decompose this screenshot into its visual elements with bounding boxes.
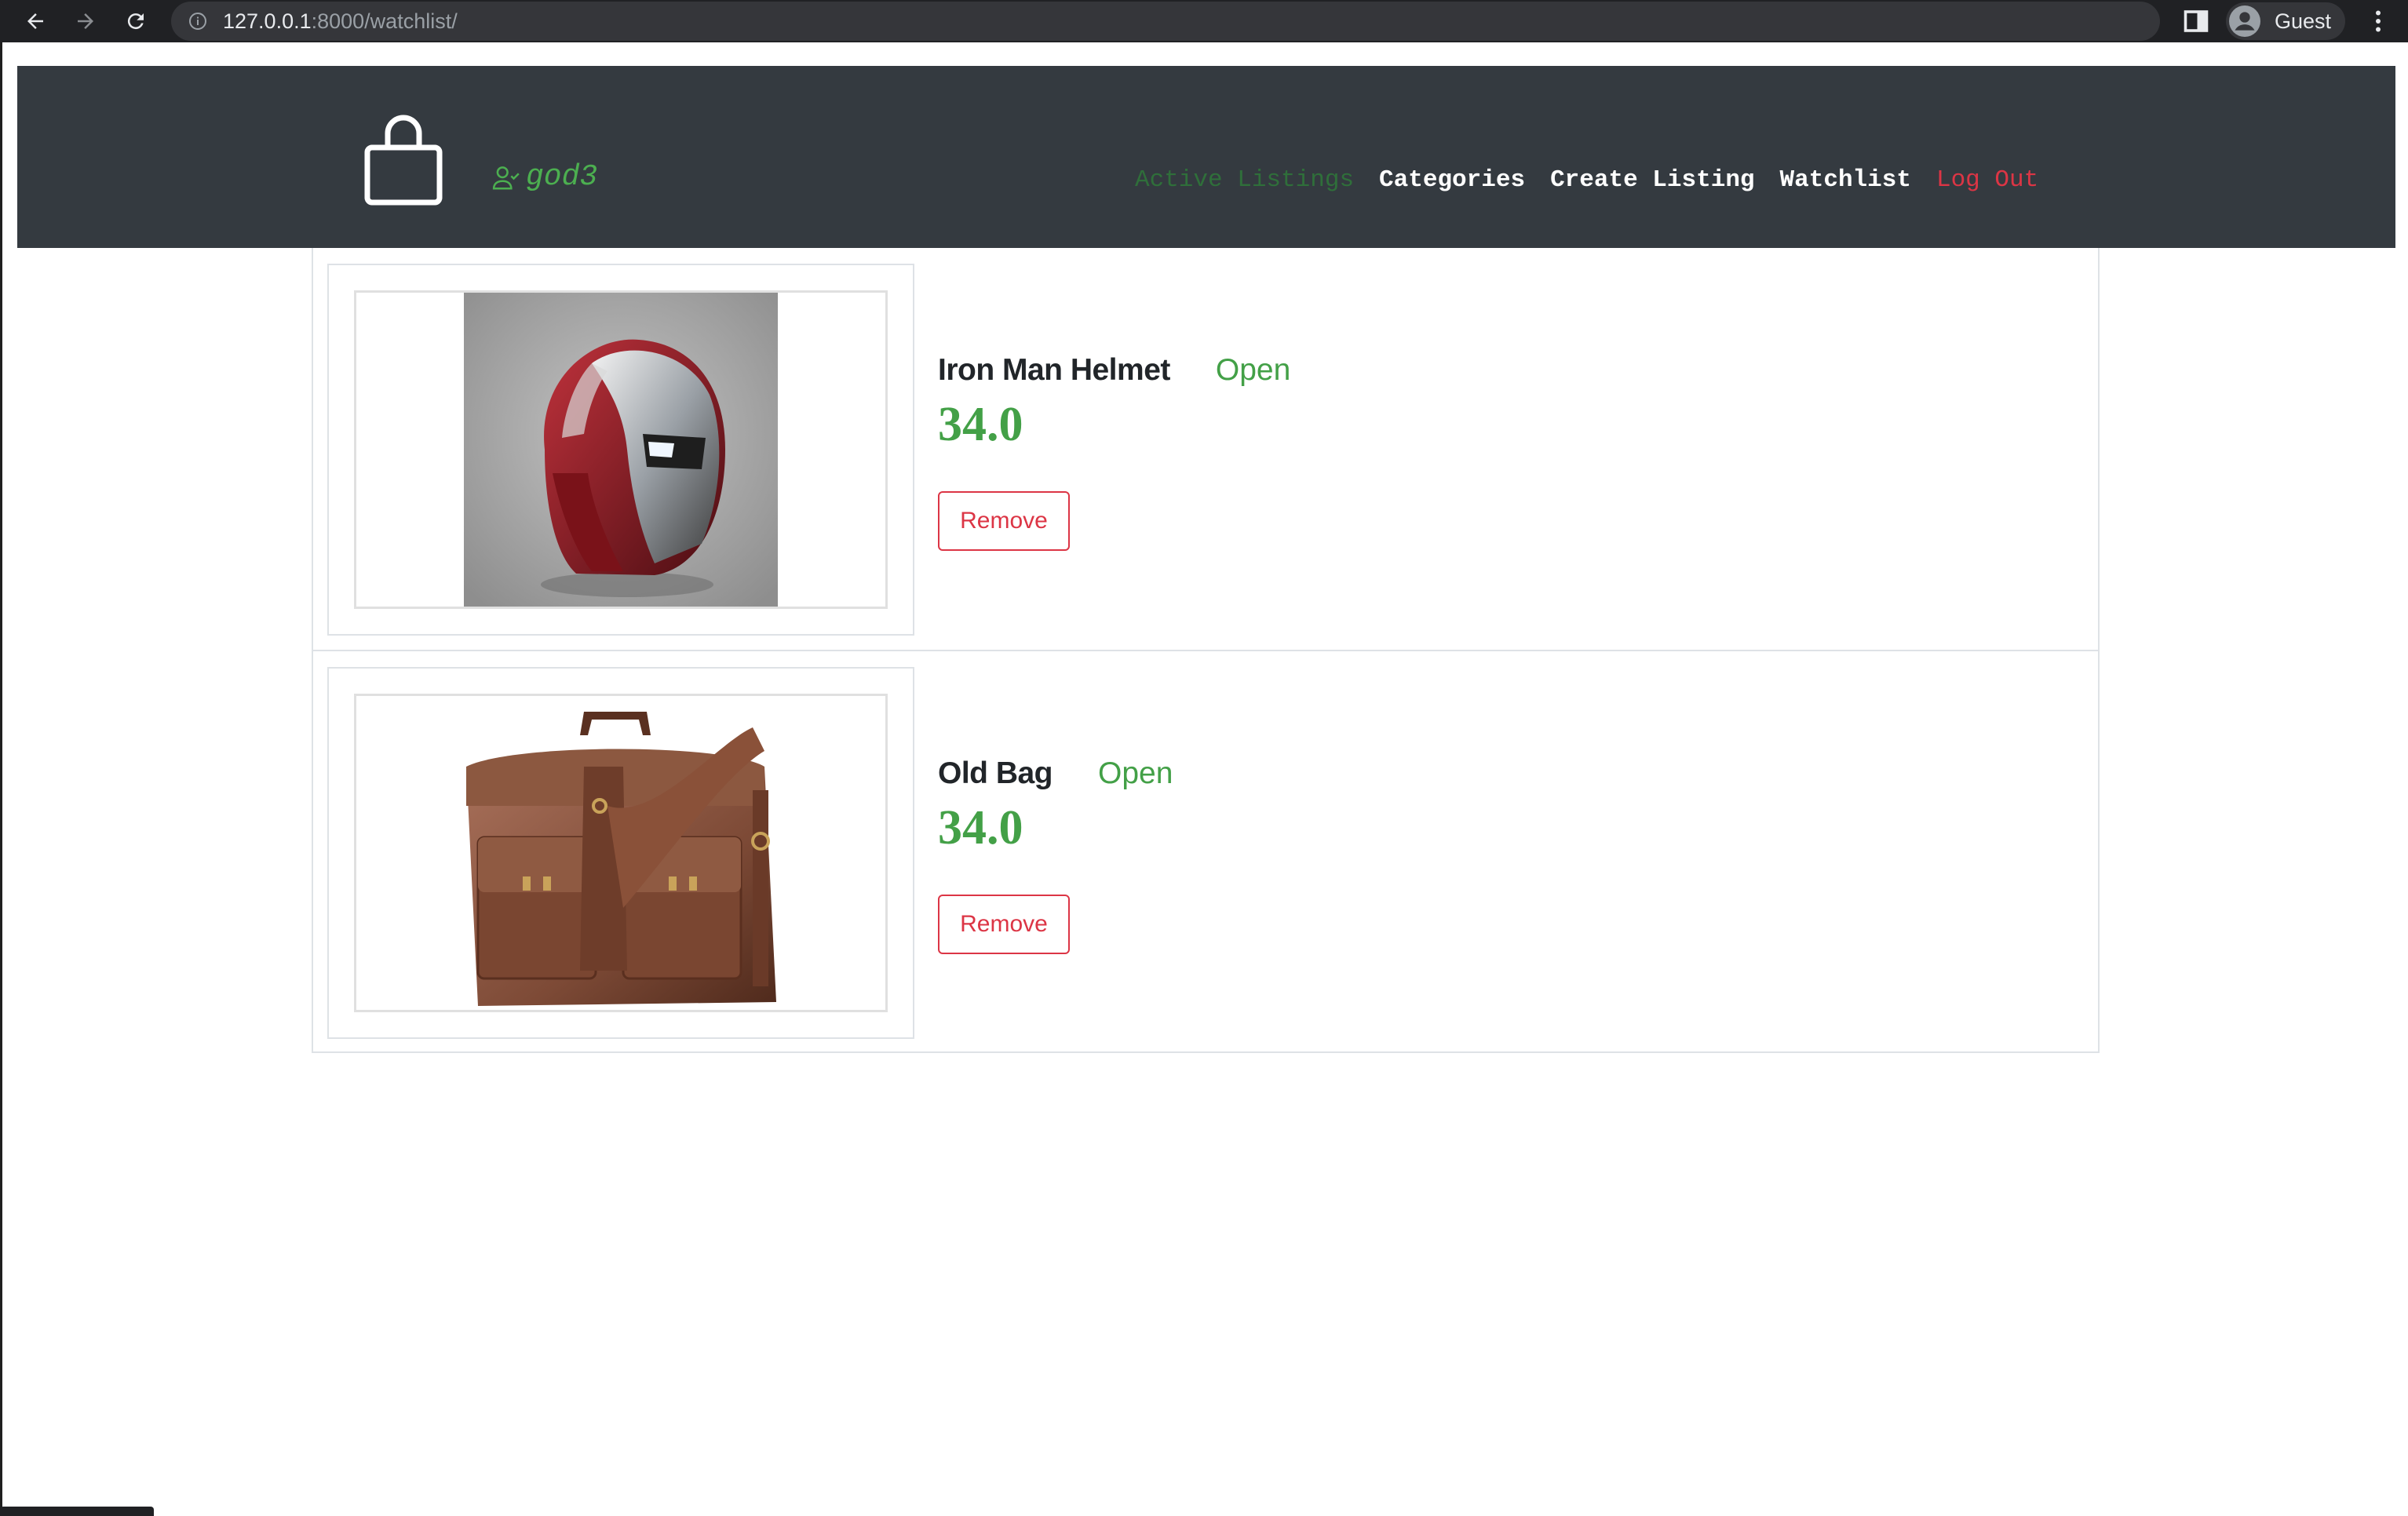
profile-name: Guest [2275, 9, 2332, 33]
reload-icon [127, 13, 144, 30]
browser-toolbar: 127.0.0.1:8000/watchlist/ Guest [0, 0, 2408, 42]
remove-button[interactable]: Remove [938, 491, 1070, 551]
listing-status: Open [1098, 756, 1173, 790]
listing-status: Open [1215, 353, 1291, 387]
listing-title-row: Iron Man Helmet Open [938, 353, 1290, 388]
avatar-icon [2229, 5, 2260, 37]
listing-price: 34.0 [938, 398, 1023, 451]
listing-price: 34.0 [938, 801, 1023, 855]
nav-link-create-listing[interactable]: Create Listing [1550, 166, 1754, 194]
nav-link-log-out[interactable]: Log Out [1936, 166, 2038, 194]
listing-image[interactable] [354, 290, 888, 609]
info-icon[interactable] [188, 12, 207, 31]
arrow-right-icon [78, 13, 93, 29]
shopping-bag-icon[interactable] [363, 113, 444, 207]
reload-button[interactable] [119, 5, 152, 38]
nav-link-categories[interactable]: Categories [1379, 166, 1525, 194]
nav-link-active-listings[interactable]: Active Listings [1135, 166, 1354, 194]
nav-links: Active Listings Categories Create Listin… [1135, 166, 2038, 194]
nav-link-watchlist[interactable]: Watchlist [1780, 166, 1911, 194]
list-item: Old Bag Open 34.0 Remove [313, 650, 2098, 1051]
arrow-left-icon [27, 13, 43, 29]
listing-image[interactable] [354, 694, 888, 1012]
back-button[interactable] [19, 5, 52, 38]
listing-title-row: Old Bag Open [938, 756, 1173, 791]
user-badge: god3 [491, 160, 597, 194]
bag-image [466, 712, 776, 1006]
url-text: 127.0.0.1:8000/watchlist/ [223, 9, 458, 33]
address-bar[interactable]: 127.0.0.1:8000/watchlist/ [171, 2, 2160, 41]
side-panel-icon[interactable] [2182, 7, 2210, 35]
listing-thumbnail-frame [327, 667, 914, 1039]
list-item: Iron Man Helmet Open 34.0 Remove [313, 248, 2098, 649]
profile-button[interactable]: Guest [2226, 2, 2345, 40]
helmet-image [464, 293, 778, 607]
status-bubble [0, 1507, 154, 1516]
site-navbar: god3 Active Listings Categories Create L… [17, 66, 2395, 248]
watchlist: Iron Man Helmet Open 34.0 Remove Old Bag… [312, 248, 2100, 1053]
listing-title[interactable]: Old Bag [938, 756, 1053, 791]
more-menu-icon[interactable] [2364, 5, 2392, 37]
remove-button[interactable]: Remove [938, 895, 1070, 954]
forward-button[interactable] [69, 5, 102, 38]
username: god3 [526, 160, 598, 194]
user-check-icon [492, 166, 520, 190]
window-edge [0, 42, 2, 1516]
listing-thumbnail-frame [327, 264, 914, 636]
listing-title[interactable]: Iron Man Helmet [938, 353, 1170, 388]
